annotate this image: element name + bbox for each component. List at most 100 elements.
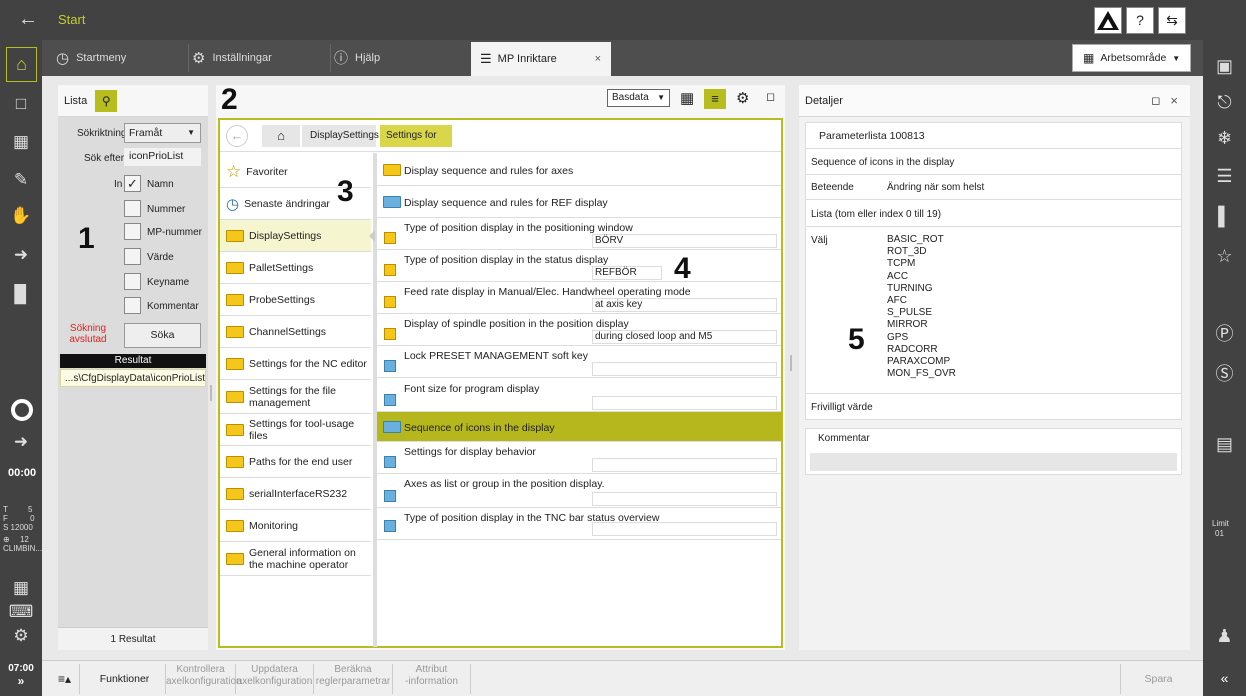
tab-settings[interactable]: ⚙ Inställningar [192, 40, 272, 76]
direction-select[interactable]: Framåt ▼ [124, 123, 201, 143]
bars-icon[interactable]: ☰ [1203, 166, 1246, 187]
table-view-icon[interactable]: ▦ [680, 89, 694, 107]
checkbox-keyname[interactable] [124, 273, 141, 290]
coolant-icon[interactable]: ❄ [1203, 128, 1246, 149]
maximize-icon[interactable]: ◻ [766, 90, 775, 103]
table-nav-icon[interactable]: ▦ [0, 132, 42, 152]
edit-nav-icon[interactable]: ✎ [0, 170, 42, 190]
nav-machine-operator[interactable]: General information on the machine opera… [220, 542, 371, 576]
param-value[interactable]: during closed loop and M5 [592, 330, 777, 344]
folder-nav-icon[interactable]: □ [0, 94, 42, 114]
run-nav-icon[interactable]: ➜ [0, 245, 42, 265]
result-item[interactable]: ...s\CfgDisplayData\iconPrioList [60, 369, 206, 387]
breadcrumb-home[interactable]: ⌂ [262, 125, 300, 147]
device-icon[interactable]: ▤ [1203, 434, 1246, 455]
comment-field[interactable] [810, 453, 1177, 471]
user-icon[interactable]: ♟ [1203, 626, 1246, 647]
search-icon[interactable]: ⚲ [95, 89, 118, 112]
param-value[interactable] [592, 522, 777, 536]
splitter-handle[interactable] [210, 385, 212, 401]
nc-start-icon[interactable] [11, 399, 33, 421]
back-arrow-icon[interactable]: ← [226, 125, 248, 147]
functions-button[interactable]: Funktioner [84, 664, 166, 694]
clamp-icon[interactable]: ▌ [1203, 206, 1246, 227]
switch-icon[interactable]: ⇆ [1158, 7, 1186, 34]
heidenhain-logo-icon[interactable] [1094, 7, 1122, 34]
spindle-icon[interactable]: ⎋ [1203, 92, 1246, 113]
nav-monitoring[interactable]: Monitoring [220, 510, 371, 542]
param-row[interactable]: Type of position display in the position… [377, 218, 781, 250]
favorite-star-icon[interactable]: ☆ [1203, 246, 1246, 267]
check-axis-config-button[interactable]: Kontrollera axelkonfiguration [166, 664, 242, 694]
search-input[interactable]: iconPrioList [124, 148, 201, 166]
tab-help[interactable]: ⓘ Hjälp [334, 40, 380, 76]
param-row[interactable]: Font size for program display [377, 378, 781, 412]
nav-channelsettings[interactable]: ChannelSettings [220, 316, 371, 348]
spindle-override-icon[interactable]: Ⓢ [1203, 360, 1246, 386]
list-view-icon[interactable]: ≡ [704, 89, 726, 109]
param-row[interactable]: Display sequence and rules for axes [377, 154, 781, 186]
checkbox-namn[interactable]: ✓ [124, 175, 141, 192]
close-icon[interactable]: × [1170, 93, 1178, 108]
param-row[interactable]: Axes as list or group in the position di… [377, 474, 781, 508]
tab-mp-inriktare[interactable]: ☰ MP Inriktare × [471, 42, 611, 76]
hand-nav-icon[interactable]: ✋ [0, 206, 42, 226]
workspace-button[interactable]: ▦ Arbetsområde ▼ [1072, 44, 1191, 72]
callout-1: 1 [78, 222, 95, 255]
nav-paths[interactable]: Paths for the end user [220, 446, 371, 478]
compute-control-params-button[interactable]: Beräkna reglerparametrar [314, 664, 393, 694]
attribute-info-button[interactable]: Attribut -information [393, 664, 471, 694]
param-row[interactable]: Display sequence and rules for REF displ… [377, 186, 781, 218]
help-icon[interactable]: ? [1126, 7, 1154, 34]
checkbox-nummer[interactable] [124, 200, 141, 217]
settings-gear-icon[interactable]: ⚙ [0, 626, 42, 646]
checkbox-varde[interactable] [124, 248, 141, 265]
breadcrumb-item[interactable]: DisplaySettings [302, 125, 379, 147]
home-button[interactable]: ⌂ [6, 47, 37, 82]
option-item: PARAXCOMP [887, 356, 951, 368]
nav-displaysettings[interactable]: DisplaySettings [220, 220, 371, 252]
panel-toggle-icon[interactable]: ▣ [1203, 56, 1246, 77]
nav-serial[interactable]: serialInterfaceRS232 [220, 478, 371, 510]
splitter-handle[interactable] [790, 355, 792, 371]
setup-nav-icon[interactable]: ▉ [0, 285, 42, 305]
param-row[interactable]: Type of position display in the TNC bar … [377, 508, 781, 540]
param-value[interactable] [592, 362, 777, 376]
param-row[interactable]: Type of position display in the status d… [377, 250, 781, 282]
keyboard-icon[interactable]: ⌨ [0, 602, 42, 622]
param-value[interactable] [592, 396, 777, 410]
view-select[interactable]: Basdata ▼ [607, 89, 670, 107]
param-row-selected[interactable]: Sequence of icons in the display [377, 412, 781, 442]
nav-nc-editor[interactable]: Settings for the NC editor [220, 348, 371, 380]
execute-icon[interactable]: ➜ [0, 432, 42, 452]
settings-gear-icon[interactable]: ⚙ [736, 89, 749, 107]
nav-file-management[interactable]: Settings for the file management [220, 380, 371, 414]
close-tab-icon[interactable]: × [595, 53, 601, 65]
param-value[interactable] [592, 492, 777, 506]
breadcrumb-item-active[interactable]: Settings for sc... [380, 125, 452, 163]
back-arrow-icon[interactable]: ← [18, 8, 38, 31]
update-axis-config-button[interactable]: Uppdatera axelkonfiguration [236, 664, 314, 694]
param-value[interactable] [592, 458, 777, 472]
param-row[interactable]: Display of spindle position in the posit… [377, 314, 781, 346]
param-row[interactable]: Feed rate display in Manual/Elec. Handwh… [377, 282, 781, 314]
search-button[interactable]: Söka [124, 323, 201, 348]
folder-icon [383, 164, 401, 176]
collapse-icon[interactable]: « [1203, 660, 1246, 696]
checkbox-mp-nummer[interactable] [124, 223, 141, 240]
param-value[interactable]: at axis key [592, 298, 777, 312]
nav-palletsettings[interactable]: PalletSettings [220, 252, 371, 284]
checkbox-kommentar[interactable] [124, 297, 141, 314]
param-row[interactable]: Settings for display behavior [377, 442, 781, 474]
save-button[interactable]: Spara [1120, 664, 1196, 694]
param-value[interactable]: REFBÖR [592, 266, 662, 280]
nav-tool-usage[interactable]: Settings for tool-usage files [220, 414, 371, 446]
menu-toggle[interactable]: ≡▴ [50, 664, 80, 694]
feed-override-icon[interactable]: Ⓟ [1203, 320, 1246, 346]
nav-probesettings[interactable]: ProbeSettings [220, 284, 371, 316]
tab-startmeny[interactable]: ◷ Startmeny [56, 40, 126, 76]
param-row[interactable]: Lock PRESET MANAGEMENT soft key [377, 346, 781, 378]
calculator-icon[interactable]: ▦ [0, 578, 42, 598]
param-value[interactable]: BÖRV [592, 234, 777, 248]
maximize-icon[interactable]: ◻ [1151, 94, 1160, 107]
